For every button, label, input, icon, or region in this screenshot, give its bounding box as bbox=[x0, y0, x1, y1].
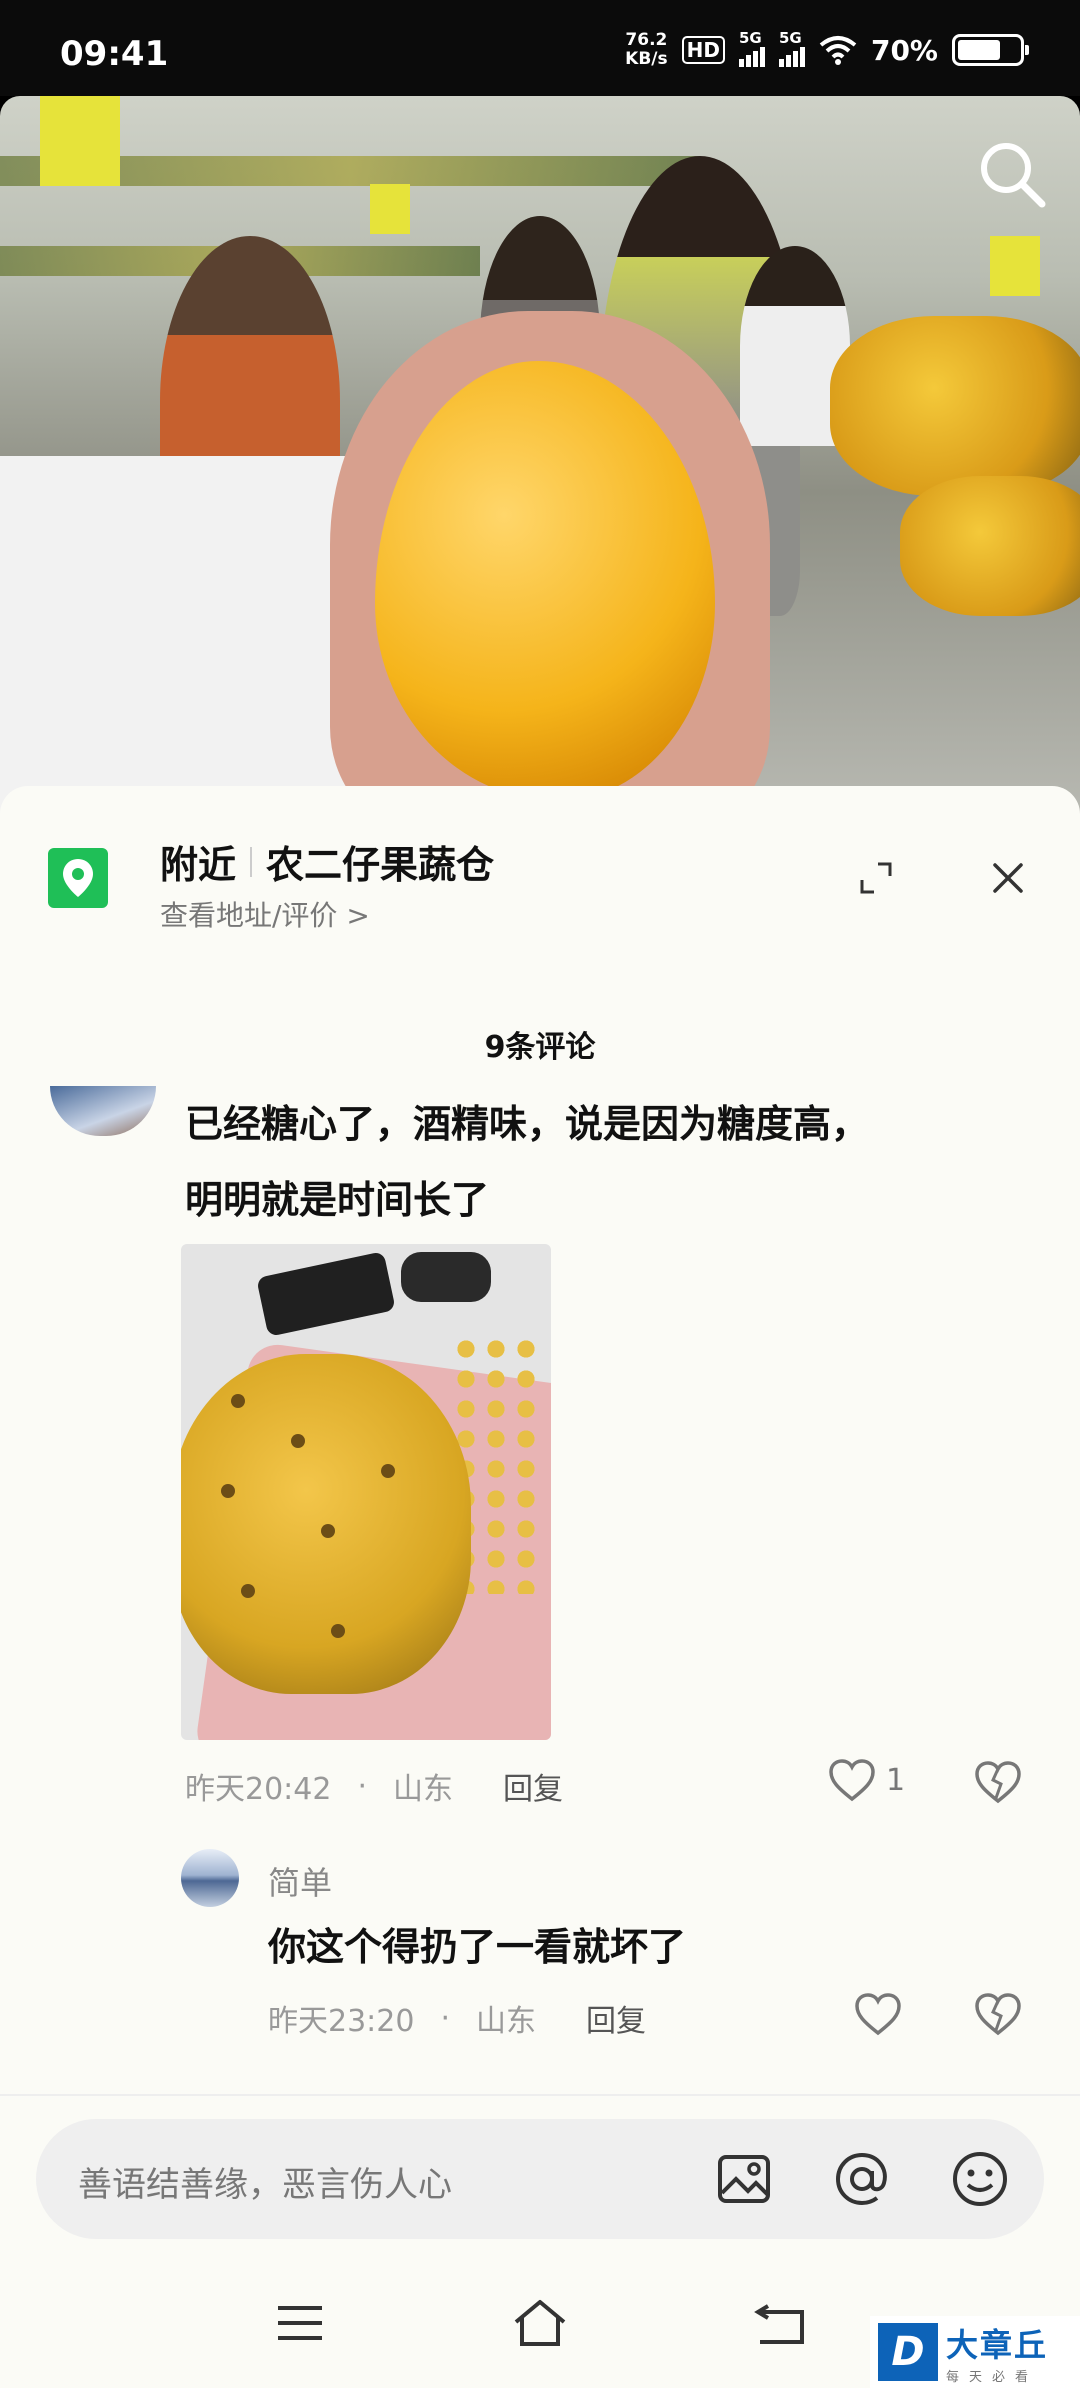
menu-icon[interactable] bbox=[270, 2298, 330, 2348]
status-time: 09:41 bbox=[60, 34, 169, 74]
pineapple-eye bbox=[321, 1524, 335, 1538]
avatar[interactable] bbox=[50, 1086, 156, 1136]
status-icons: 76.2 KB/s HD 5G 5G 70% bbox=[625, 29, 1029, 70]
like-count: 1 bbox=[886, 1762, 906, 1798]
video-player[interactable] bbox=[0, 96, 1080, 816]
comment-region: 山东 bbox=[393, 1772, 454, 1807]
nearby-label: 附近 bbox=[160, 843, 237, 887]
pineapple-eye bbox=[381, 1464, 395, 1478]
battery-icon bbox=[952, 34, 1029, 66]
expand-icon[interactable] bbox=[856, 858, 896, 898]
divider bbox=[0, 2094, 1080, 2096]
net-speed-value: 76.2 bbox=[625, 30, 668, 50]
home-icon[interactable] bbox=[510, 2298, 570, 2348]
reply-username[interactable]: 简单 bbox=[268, 1858, 332, 1904]
phone bbox=[256, 1251, 396, 1337]
watermark-logo: D bbox=[878, 2323, 938, 2381]
price-tag bbox=[40, 96, 120, 186]
watermark: D 大章丘 每天必看 bbox=[870, 2316, 1080, 2388]
price-tag bbox=[370, 184, 410, 234]
watermark-brand: 大章丘 bbox=[946, 2325, 1049, 2364]
battery-percent: 70% bbox=[870, 33, 938, 67]
broken-heart-icon[interactable] bbox=[974, 1760, 1022, 1804]
avatar[interactable] bbox=[181, 1849, 239, 1907]
signal-label: 5G bbox=[738, 29, 762, 47]
watch bbox=[401, 1252, 491, 1302]
comment-input[interactable]: 善语结善缘，恶言伤人心 bbox=[36, 2119, 1044, 2239]
fruit-display bbox=[830, 316, 1080, 496]
like-button[interactable]: 1 bbox=[828, 1758, 905, 1802]
signal-icon: 5G bbox=[778, 29, 805, 67]
close-icon[interactable] bbox=[988, 858, 1028, 898]
pineapple-eye bbox=[241, 1584, 255, 1598]
reply-meta: 昨天23:20 · 山东 回复 bbox=[268, 1996, 646, 2040]
divider bbox=[250, 846, 253, 877]
reply-text: 你这个得扔了一看就坏了 bbox=[268, 1925, 687, 1969]
comment-text: 已经糖心了，酒精味，说是因为糖度高， 明明就是时间长了 bbox=[185, 1086, 1015, 1238]
back-icon[interactable] bbox=[750, 2298, 810, 2348]
watermark-tagline: 每天必看 bbox=[946, 2369, 1039, 2385]
store-name: 农二仔果蔬仓 bbox=[266, 843, 495, 887]
wifi-icon bbox=[819, 36, 857, 65]
comment-time: 昨天20:42 bbox=[185, 1772, 332, 1807]
net-speed: 76.2 KB/s bbox=[625, 31, 667, 69]
pineapple-eye bbox=[331, 1624, 345, 1638]
comment-line: 明明就是时间长了 bbox=[185, 1178, 490, 1222]
heart-icon bbox=[829, 1759, 875, 1802]
search-icon[interactable] bbox=[974, 136, 1050, 212]
net-speed-unit: KB/s bbox=[625, 49, 668, 69]
pineapple-eye bbox=[221, 1484, 235, 1498]
comments-sheet: 附近 农二仔果蔬仓 查看地址/评价 > 9条评论 已经糖心了，酒精味，说是因为糖… bbox=[0, 786, 1080, 2388]
at-icon[interactable] bbox=[832, 2149, 892, 2209]
hd-icon: HD bbox=[681, 36, 725, 64]
signal-label: 5G bbox=[778, 29, 802, 47]
reply-button[interactable]: 回复 bbox=[586, 1996, 646, 2040]
signal-icon: 5G bbox=[738, 29, 765, 67]
reply-time: 昨天23:20 bbox=[268, 2004, 415, 2039]
fruit-display bbox=[900, 476, 1080, 616]
white-bags bbox=[0, 456, 360, 816]
comment-input-placeholder: 善语结善缘，恶言伤人心 bbox=[78, 2165, 452, 2205]
price-tag bbox=[990, 236, 1040, 296]
pineapple-eye bbox=[231, 1394, 245, 1408]
emoji-icon[interactable] bbox=[950, 2149, 1010, 2209]
comments-count: 9条评论 bbox=[484, 1030, 596, 1065]
comment-image[interactable] bbox=[181, 1244, 551, 1740]
image-icon[interactable] bbox=[714, 2149, 774, 2209]
pineapple-eye bbox=[291, 1434, 305, 1448]
broken-heart-icon[interactable] bbox=[974, 1992, 1022, 2036]
comment-meta: 昨天20:42 · 山东 回复 bbox=[185, 1764, 563, 1808]
location-title[interactable]: 附近 农二仔果蔬仓 bbox=[160, 834, 494, 889]
reply-region: 山东 bbox=[476, 2004, 537, 2039]
comment-line: 已经糖心了，酒精味，说是因为糖度高， bbox=[185, 1102, 870, 1146]
heart-icon[interactable] bbox=[854, 1992, 902, 2036]
location-pin-icon[interactable] bbox=[48, 848, 108, 908]
separator-dot: · bbox=[357, 1768, 368, 1804]
status-bar: 09:41 76.2 KB/s HD 5G 5G 70% bbox=[0, 0, 1080, 96]
view-address-link[interactable]: 查看地址/评价 > bbox=[160, 894, 370, 934]
separator-dot: · bbox=[440, 2000, 451, 2036]
reply-button[interactable]: 回复 bbox=[503, 1764, 563, 1808]
